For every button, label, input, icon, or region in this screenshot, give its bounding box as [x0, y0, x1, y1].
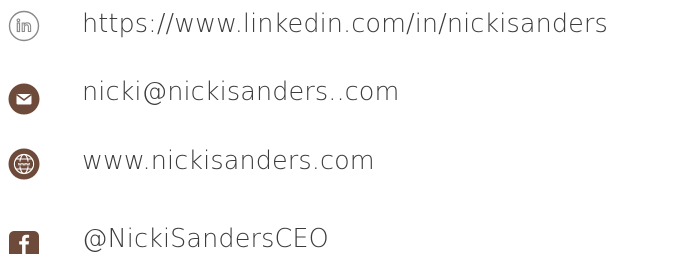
- email-icon: [8, 83, 40, 115]
- contact-row-email[interactable]: nicki@nickisanders..com: [0, 72, 676, 122]
- linkedin-icon: [8, 10, 40, 42]
- contact-row-linkedin[interactable]: https://www.linkedin.com/in/nickisanders: [0, 0, 676, 50]
- facebook-handle-link[interactable]: @NickiSandersCEO: [82, 226, 329, 253]
- globe-icon: www: [8, 148, 40, 180]
- email-address-link[interactable]: nicki@nickisanders..com: [82, 79, 399, 106]
- contact-list: https://www.linkedin.com/in/nickisanders…: [0, 0, 676, 260]
- facebook-icon: [8, 230, 40, 260]
- contact-row-website[interactable]: www www.nickisanders.com: [0, 136, 676, 186]
- website-link[interactable]: www.nickisanders.com: [82, 148, 375, 175]
- contact-row-facebook[interactable]: @NickiSandersCEO: [0, 210, 676, 260]
- linkedin-url-link[interactable]: https://www.linkedin.com/in/nickisanders: [82, 11, 608, 38]
- svg-text:www: www: [18, 163, 30, 168]
